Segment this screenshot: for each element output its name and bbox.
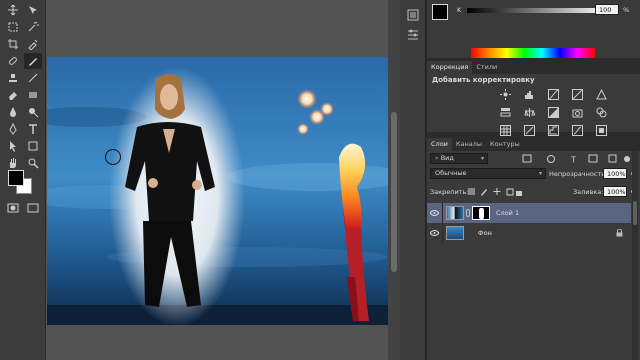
- tab-layers[interactable]: Слои: [427, 138, 452, 151]
- visibility-eye-icon[interactable]: [427, 223, 443, 243]
- lock-icons[interactable]: [467, 187, 523, 196]
- visibility-eye-icon[interactable]: [427, 203, 443, 223]
- layer-row[interactable]: Слой 1: [427, 203, 631, 223]
- percent-unit: %: [623, 6, 630, 14]
- move-tool-icon[interactable]: [4, 2, 22, 18]
- zoom-tool-icon[interactable]: [24, 155, 42, 171]
- eyedropper-icon[interactable]: [24, 36, 42, 52]
- adjustment-filter-icon: [547, 155, 555, 163]
- exposure-icon[interactable]: [571, 88, 583, 100]
- eraser-icon[interactable]: [4, 87, 22, 103]
- color-spectrum[interactable]: [471, 48, 595, 58]
- photo-filter-icon[interactable]: [571, 106, 583, 118]
- document-canvas[interactable]: [47, 57, 388, 325]
- properties-panel-icon[interactable]: [406, 28, 420, 42]
- brush-tool-icon[interactable]: [24, 53, 42, 69]
- lock-transparent-icon: [468, 188, 475, 195]
- tab-paths[interactable]: Контуры: [486, 138, 524, 151]
- adjustments-tabs: Коррекция Стили: [427, 60, 640, 74]
- brush-cursor: [105, 149, 121, 165]
- brightness-icon[interactable]: [499, 88, 511, 100]
- type-tool-icon[interactable]: [24, 121, 42, 137]
- path-select-icon[interactable]: [4, 138, 22, 154]
- mask-link-icon[interactable]: [466, 209, 470, 217]
- layers-tabs: Слои Каналы Контуры: [427, 137, 640, 151]
- shape-tool-icon[interactable]: [24, 138, 42, 154]
- layer-thumbnail[interactable]: [446, 226, 464, 240]
- history-panel-icon[interactable]: [406, 8, 420, 22]
- tab-channels[interactable]: Каналы: [452, 138, 486, 151]
- healing-brush-icon[interactable]: [4, 53, 22, 69]
- tab-styles[interactable]: Стили: [472, 61, 501, 74]
- tab-adjustments[interactable]: Коррекция: [427, 61, 473, 74]
- quick-mask-icon[interactable]: [4, 200, 22, 216]
- screen-mode-icon[interactable]: [24, 200, 42, 216]
- layer-name[interactable]: Слой 1: [496, 209, 519, 217]
- blur-icon[interactable]: [4, 104, 22, 120]
- dodge-icon[interactable]: [24, 104, 42, 120]
- fill-input[interactable]: 100%: [603, 186, 634, 197]
- collapsed-panel-strip: [400, 0, 426, 360]
- lock-artboard-icon: [506, 188, 514, 196]
- color-panel-foreground-swatch[interactable]: [432, 4, 448, 20]
- crop-tool-icon[interactable]: [4, 36, 22, 52]
- type-filter-icon: T: [570, 156, 576, 165]
- layers-panel-scrollbar[interactable]: [632, 151, 638, 360]
- pen-tool-icon[interactable]: [4, 121, 22, 137]
- photo-image: [47, 57, 388, 325]
- layer-filter-dropdown[interactable]: ⌕ Вид: [430, 153, 488, 164]
- clone-stamp-icon[interactable]: [4, 70, 22, 86]
- pixel-filter-icon: [522, 154, 532, 163]
- canvas-scrollbar[interactable]: [388, 0, 400, 360]
- adjustments-title: Добавить корректировку: [432, 76, 535, 84]
- lock-icon: [616, 229, 623, 237]
- layer-filter-icons: T: [522, 154, 630, 165]
- fill-label: Заливка:: [573, 188, 604, 196]
- threshold-icon[interactable]: [571, 124, 583, 136]
- foreground-color-swatch[interactable]: [8, 170, 24, 186]
- photoshop-window: K 100 % Коррекция Стили Добавить коррект…: [0, 0, 640, 360]
- layer-name[interactable]: Фон: [478, 229, 492, 237]
- black-white-icon[interactable]: [547, 106, 559, 118]
- layer-mask-thumbnail[interactable]: [472, 206, 490, 220]
- curves-icon[interactable]: [547, 88, 559, 100]
- lock-position-icon: [493, 188, 501, 195]
- magic-wand-icon[interactable]: [24, 19, 42, 35]
- gradient-icon[interactable]: [24, 87, 42, 103]
- lock-all-icon: [516, 191, 522, 196]
- color-lookup-icon[interactable]: [499, 124, 511, 136]
- lock-pixels-icon: [481, 189, 487, 196]
- posterize-icon[interactable]: [547, 124, 559, 136]
- layer-row[interactable]: Фон: [427, 223, 631, 243]
- channel-mixer-icon[interactable]: [595, 106, 607, 118]
- smart-object-filter-icon: [608, 154, 617, 163]
- hue-saturation-icon[interactable]: [499, 106, 511, 118]
- history-brush-icon[interactable]: [24, 70, 42, 86]
- hand-tool-icon[interactable]: [4, 155, 22, 171]
- color-panel: K 100 %: [427, 0, 640, 58]
- vibrance-icon[interactable]: [595, 88, 607, 100]
- layers-empty-area: [427, 243, 631, 360]
- k-value-input[interactable]: 100: [595, 4, 619, 15]
- artboard-tool-icon[interactable]: [24, 2, 42, 18]
- gradient-map-icon[interactable]: [595, 124, 607, 136]
- k-slider[interactable]: [467, 8, 607, 13]
- blend-mode-dropdown[interactable]: Обычные: [430, 168, 546, 179]
- canvas-area[interactable]: [46, 0, 388, 360]
- color-balance-icon[interactable]: [523, 106, 535, 118]
- tools-panel: [0, 0, 46, 360]
- adjustments-panel: Коррекция Стили Добавить корректировку: [427, 60, 640, 154]
- invert-icon[interactable]: [523, 124, 535, 136]
- layer-thumbnail[interactable]: [446, 206, 464, 220]
- filter-toggle-icon: [624, 156, 630, 162]
- lock-label: Закрепить:: [430, 188, 469, 196]
- opacity-input[interactable]: 100%: [603, 168, 634, 179]
- opacity-label: Непрозрачность:: [549, 170, 608, 178]
- levels-icon[interactable]: [523, 88, 535, 100]
- layer-filter-value: Вид: [440, 154, 454, 162]
- channel-label: K: [457, 6, 462, 14]
- marquee-tool-icon[interactable]: [4, 19, 22, 35]
- shape-filter-icon: [588, 154, 598, 163]
